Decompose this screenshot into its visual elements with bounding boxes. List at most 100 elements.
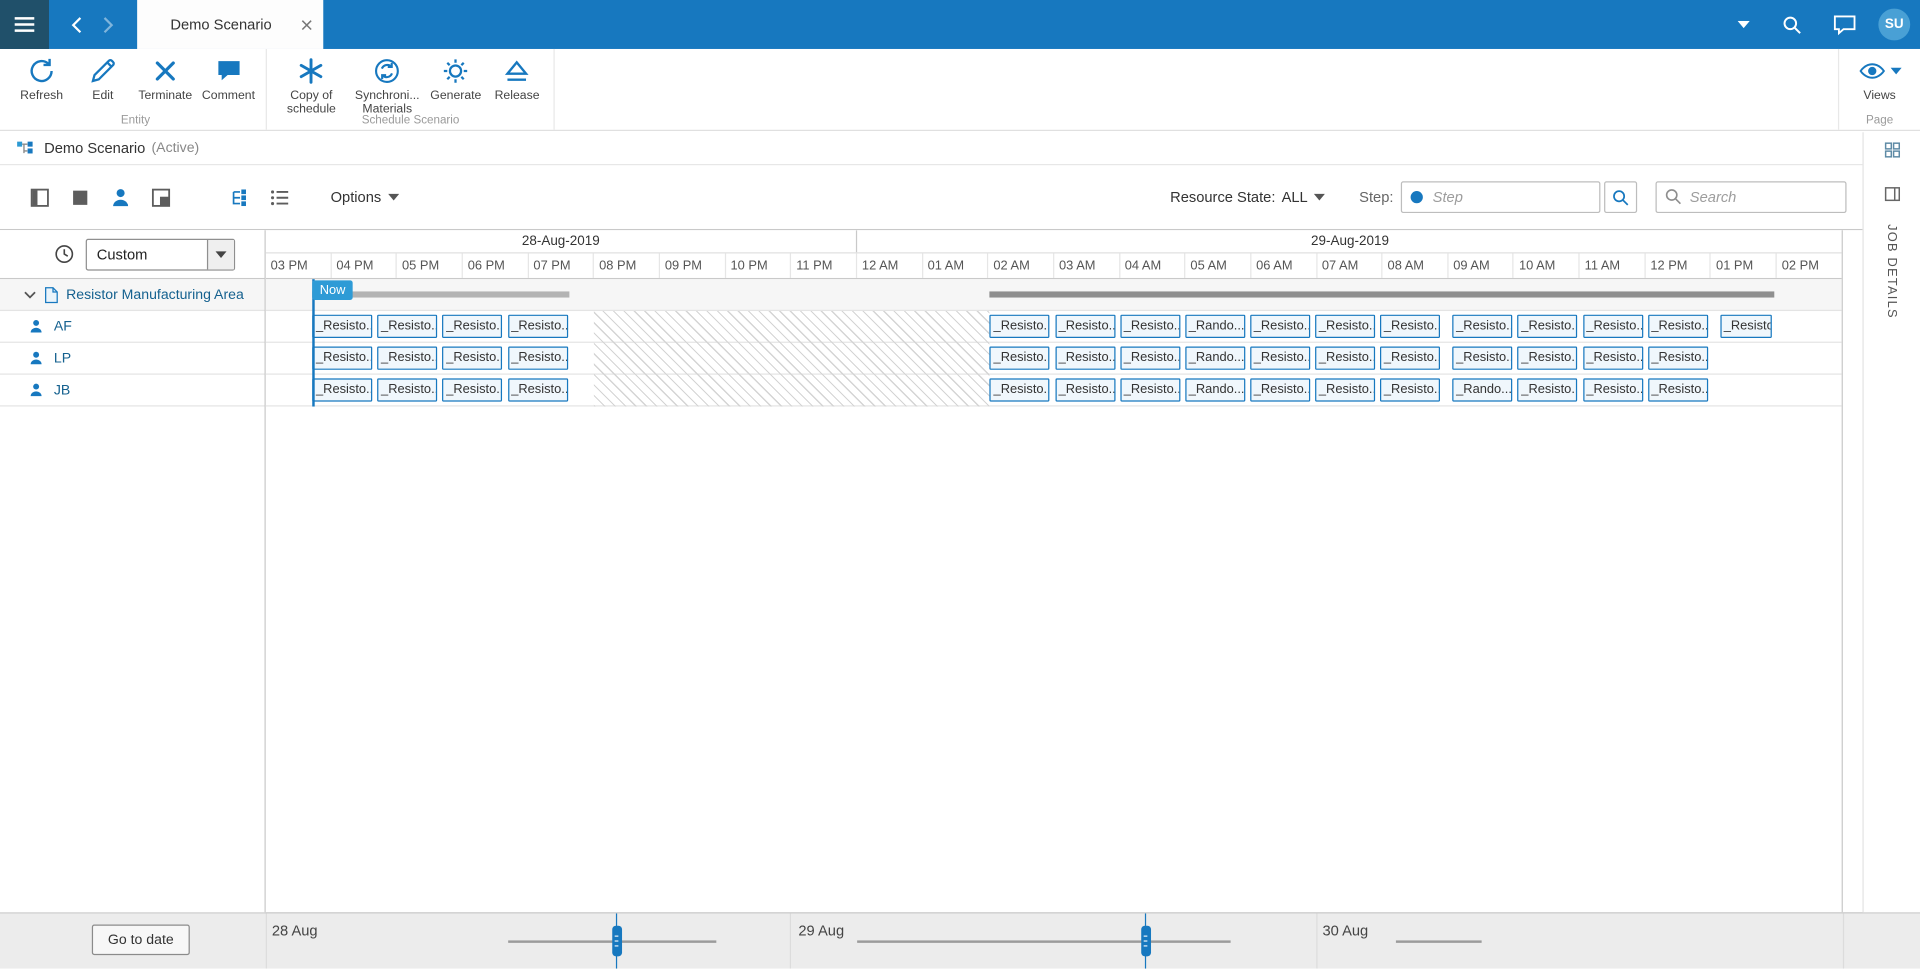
task-label: _Rando...	[1186, 348, 1244, 368]
task-bar[interactable]: _Rando...	[1185, 347, 1245, 370]
resource-row-AF[interactable]: AF	[0, 311, 264, 343]
tree-view-button[interactable]	[227, 185, 251, 209]
step-search-button[interactable]	[1604, 181, 1637, 213]
task-bar[interactable]: _Resisto...	[1452, 315, 1512, 338]
drag-grip-icon[interactable]	[612, 926, 622, 957]
expand-panel-icon[interactable]	[1884, 186, 1900, 202]
task-bar[interactable]: _Resisto...	[312, 378, 372, 401]
task-label: _Resisto...	[1721, 316, 1770, 336]
hour-header: 06 PM	[463, 253, 529, 277]
block-view-button[interactable]	[67, 185, 91, 209]
resource-row-JB[interactable]: JB	[0, 375, 264, 407]
hour-header: 07 AM	[1317, 253, 1383, 277]
chat-icon[interactable]	[1833, 14, 1856, 35]
task-bar[interactable]: _Resisto...	[1055, 347, 1115, 370]
task-bar[interactable]: _Resisto...	[443, 315, 503, 338]
task-label: _Resisto...	[509, 348, 567, 368]
task-bar[interactable]: _Resisto...	[443, 378, 503, 401]
task-bar[interactable]: _Resisto...	[990, 347, 1050, 370]
task-bar[interactable]: _Resisto...	[1380, 347, 1440, 370]
task-bar[interactable]: _Resisto...	[377, 347, 437, 370]
avatar[interactable]: SU	[1878, 9, 1910, 41]
task-bar[interactable]: _Resisto...	[1648, 315, 1708, 338]
task-bar[interactable]: _Resisto...	[1583, 347, 1643, 370]
task-bar[interactable]: _Rando...	[1185, 378, 1245, 401]
task-bar[interactable]: _Resisto...	[312, 315, 372, 338]
task-bar[interactable]: _Resisto...	[377, 315, 437, 338]
task-bar[interactable]: _Resisto...	[1518, 315, 1578, 338]
board-view-button[interactable]	[27, 185, 51, 209]
task-bar[interactable]: _Resisto...	[1250, 315, 1310, 338]
task-bar[interactable]: _Rando...	[1185, 315, 1245, 338]
task-bar[interactable]: _Resisto...	[1583, 378, 1643, 401]
edit-icon	[87, 55, 119, 87]
hamburger-icon	[13, 16, 35, 33]
task-bar[interactable]: _Resisto...	[312, 347, 372, 370]
resource-row-LP[interactable]: LP	[0, 343, 264, 375]
forward-button[interactable]	[93, 0, 122, 49]
task-bar[interactable]: _Resisto...	[1518, 347, 1578, 370]
task-bar[interactable]: _Resisto...	[508, 315, 568, 338]
resource-list: AFLPJB	[0, 311, 264, 407]
resource-state-value: ALL	[1282, 189, 1308, 206]
hamburger-menu-button[interactable]	[0, 0, 49, 49]
drag-grip-icon[interactable]	[1141, 926, 1151, 957]
task-bar[interactable]: _Resisto...	[1518, 378, 1578, 401]
task-bar[interactable]: _Resisto...	[1583, 315, 1643, 338]
search-input[interactable]	[1656, 181, 1847, 213]
chevron-down-icon[interactable]	[1738, 21, 1750, 28]
task-bar[interactable]: _Resisto...	[1315, 347, 1375, 370]
area-tree-row[interactable]: Resistor Manufacturing Area	[0, 279, 264, 311]
task-bar[interactable]: _Resisto...	[990, 315, 1050, 338]
task-bar[interactable]: _Resisto...	[1648, 378, 1708, 401]
frame-view-button[interactable]	[148, 185, 172, 209]
go-to-date-button[interactable]: Go to date	[92, 924, 190, 955]
app-window: Demo Scenario SU Refresh Edit	[0, 0, 1920, 969]
gantt-area-row[interactable]	[266, 279, 1842, 311]
date-header: 28-Aug-2019	[266, 230, 857, 252]
task-bar[interactable]: _Resisto...	[1315, 378, 1375, 401]
layout-grid-icon[interactable]	[1884, 142, 1900, 158]
tab-job-details[interactable]: JOB DETAILS	[1884, 224, 1899, 319]
chevron-down-icon[interactable]	[23, 290, 36, 300]
task-bar[interactable]: _Resisto...	[1250, 378, 1310, 401]
task-bar[interactable]: _Resisto...	[1380, 315, 1440, 338]
step-input[interactable]	[1401, 181, 1601, 213]
range-handle[interactable]	[1145, 913, 1146, 968]
task-bar[interactable]: _Resisto...	[377, 378, 437, 401]
task-bar[interactable]: _Resisto...	[508, 347, 568, 370]
resource-state-filter[interactable]: Resource State: ALL	[1170, 189, 1325, 206]
overview-timeline[interactable]: 28 Aug29 Aug30 Aug	[0, 913, 1920, 968]
chevron-down-icon[interactable]	[207, 239, 234, 268]
task-label: _Resisto...	[1519, 316, 1577, 336]
task-bar[interactable]: _Resisto...	[508, 378, 568, 401]
list-view-button[interactable]	[267, 185, 291, 209]
task-bar[interactable]: _Resisto...	[1648, 347, 1708, 370]
task-bar[interactable]: _Resisto...	[1120, 378, 1180, 401]
task-bar[interactable]: _Resisto...	[1250, 347, 1310, 370]
task-bar[interactable]: _Resisto...	[1120, 347, 1180, 370]
task-bar[interactable]: _Rando...	[1452, 378, 1512, 401]
task-bar[interactable]: _Resisto...	[1055, 378, 1115, 401]
tab-demo-scenario[interactable]: Demo Scenario	[137, 0, 323, 49]
resource-view-button[interactable]	[108, 185, 132, 209]
gantt-toolbar: Options Resource State: ALL Step:	[0, 165, 1920, 230]
options-button[interactable]: Options	[331, 189, 400, 206]
resource-state-label: Resource State:	[1170, 189, 1275, 206]
task-bar[interactable]: _Resisto...	[443, 347, 503, 370]
task-bar[interactable]: _Resisto...	[990, 378, 1050, 401]
task-bar[interactable]: _Resisto...	[1452, 347, 1512, 370]
task-bar[interactable]: _Resisto...	[1055, 315, 1115, 338]
search-icon[interactable]	[1782, 14, 1803, 35]
task-bar[interactable]: _Resisto...	[1315, 315, 1375, 338]
views-icon	[1858, 56, 1887, 85]
range-handle[interactable]	[616, 913, 617, 968]
task-bar[interactable]: _Resisto...	[1380, 378, 1440, 401]
task-label: _Resisto...	[1381, 316, 1439, 336]
time-scale-select[interactable]: Custom	[86, 238, 235, 270]
back-button[interactable]	[61, 0, 90, 49]
chevron-down-icon	[1314, 193, 1325, 200]
close-icon[interactable]	[301, 19, 312, 30]
task-bar[interactable]: _Resisto...	[1120, 315, 1180, 338]
task-bar[interactable]: _Resisto...	[1720, 315, 1771, 338]
